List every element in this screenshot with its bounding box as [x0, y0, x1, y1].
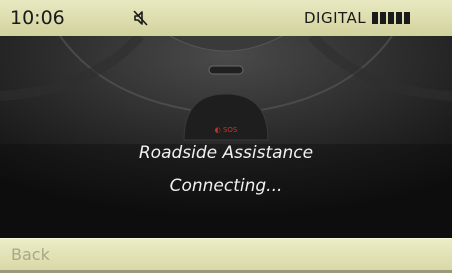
roadside-assistance-screen: 10:06 DIGITAL ◐ SOS Roadside Assistance …	[0, 0, 452, 273]
speaker-muted-icon	[132, 9, 150, 27]
signal-strength-icon	[372, 12, 410, 24]
signal-bar	[396, 12, 402, 24]
signal-type-label: DIGITAL	[304, 9, 367, 27]
message-title: Roadside Assistance	[138, 143, 314, 163]
signal-bar	[404, 12, 410, 24]
signal-bar	[372, 12, 378, 24]
signal-bar	[388, 12, 394, 24]
back-button[interactable]: Back	[0, 238, 452, 270]
signal-bar	[380, 12, 386, 24]
status-bar: 10:06 DIGITAL	[0, 0, 452, 36]
clock-time: 10:06	[10, 7, 65, 29]
sos-logo: ◐ SOS	[215, 126, 238, 134]
mirror-background-image: ◐ SOS	[0, 36, 452, 236]
back-button-label: Back	[11, 245, 50, 264]
connection-status: Connecting...	[169, 176, 283, 196]
